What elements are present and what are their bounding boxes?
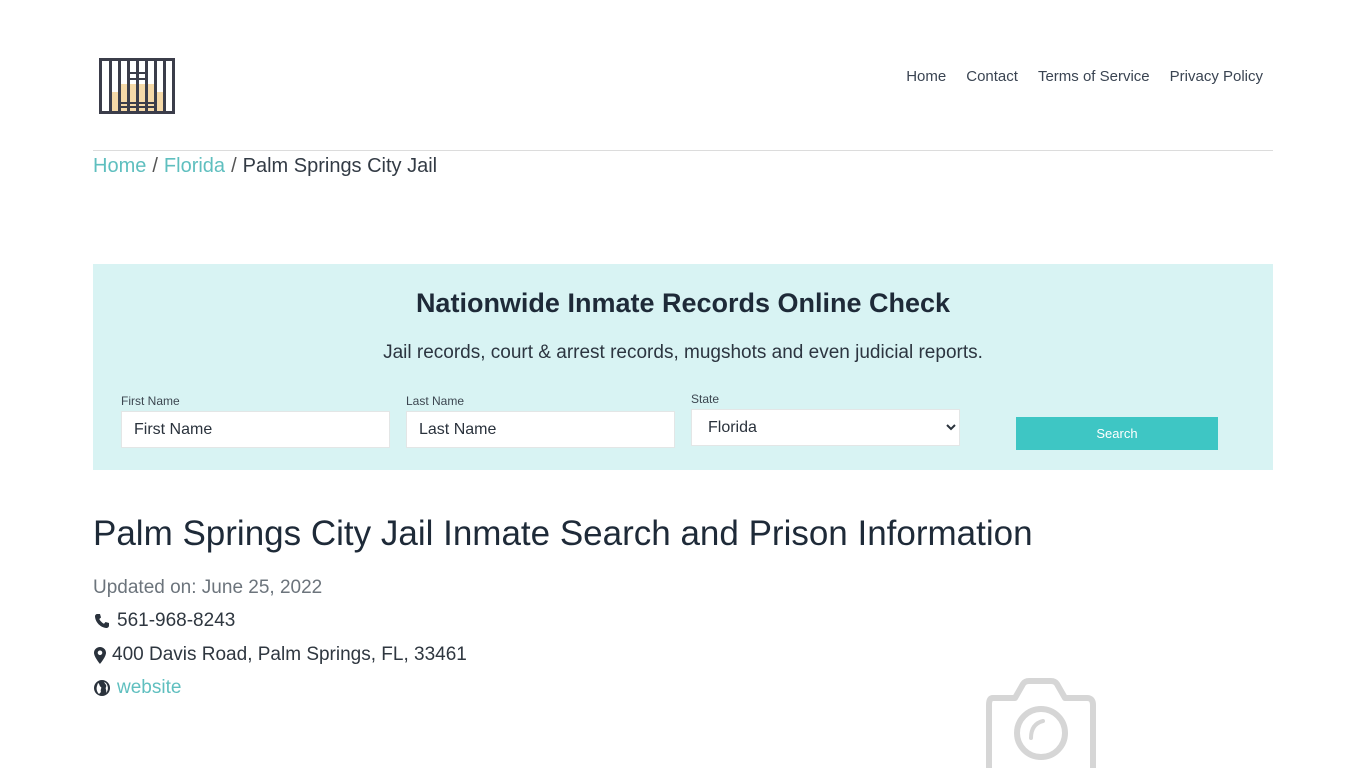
website-row: website [93, 677, 181, 699]
nav-contact[interactable]: Contact [966, 68, 1018, 85]
state-group: State Florida [691, 392, 960, 446]
phone-row: 561-968-8243 [93, 610, 235, 632]
state-select[interactable]: Florida [691, 409, 960, 446]
breadcrumb-separator: / [152, 155, 158, 177]
search-panel-subtitle: Jail records, court & arrest records, mu… [383, 342, 983, 363]
search-panel-title: Nationwide Inmate Records Online Check [415, 288, 951, 318]
breadcrumb: Home / Florida / Palm Springs City Jail [93, 155, 437, 178]
page-title: Palm Springs City Jail Inmate Search and… [93, 514, 1033, 553]
search-button[interactable]: Search [1016, 417, 1218, 450]
nav-terms-of-service[interactable]: Terms of Service [1038, 68, 1150, 85]
address-row: 400 Davis Road, Palm Springs, FL, 33461 [93, 644, 467, 666]
site-header: Home Contact Terms of Service Privacy Po… [93, 0, 1273, 151]
breadcrumb-separator: / [231, 155, 237, 177]
phone-icon [93, 613, 111, 629]
map-marker-icon [93, 646, 107, 664]
nav-home[interactable]: Home [906, 68, 946, 85]
updated-date: Updated on: June 25, 2022 [93, 577, 323, 598]
first-name-input[interactable] [121, 411, 390, 448]
first-name-group: First Name [121, 394, 390, 448]
camera-icon [986, 678, 1096, 768]
last-name-group: Last Name [406, 394, 675, 448]
globe-icon [93, 680, 111, 696]
breadcrumb-current: Palm Springs City Jail [242, 155, 438, 177]
inmate-search-panel: Nationwide Inmate Records Online Check J… [93, 264, 1273, 470]
last-name-label: Last Name [406, 394, 465, 408]
state-label: State [691, 392, 720, 406]
phone-number: 561-968-8243 [117, 610, 236, 631]
main-nav: Home Contact Terms of Service Privacy Po… [906, 68, 1263, 85]
first-name-label: First Name [121, 394, 180, 408]
breadcrumb-florida[interactable]: Florida [164, 155, 225, 177]
website-link[interactable]: website [117, 677, 181, 699]
nav-privacy-policy[interactable]: Privacy Policy [1170, 68, 1263, 85]
breadcrumb-home[interactable]: Home [93, 155, 146, 177]
jail-bars-icon[interactable] [98, 56, 178, 116]
last-name-input[interactable] [406, 411, 675, 448]
address: 400 Davis Road, Palm Springs, FL, 33461 [112, 644, 467, 665]
